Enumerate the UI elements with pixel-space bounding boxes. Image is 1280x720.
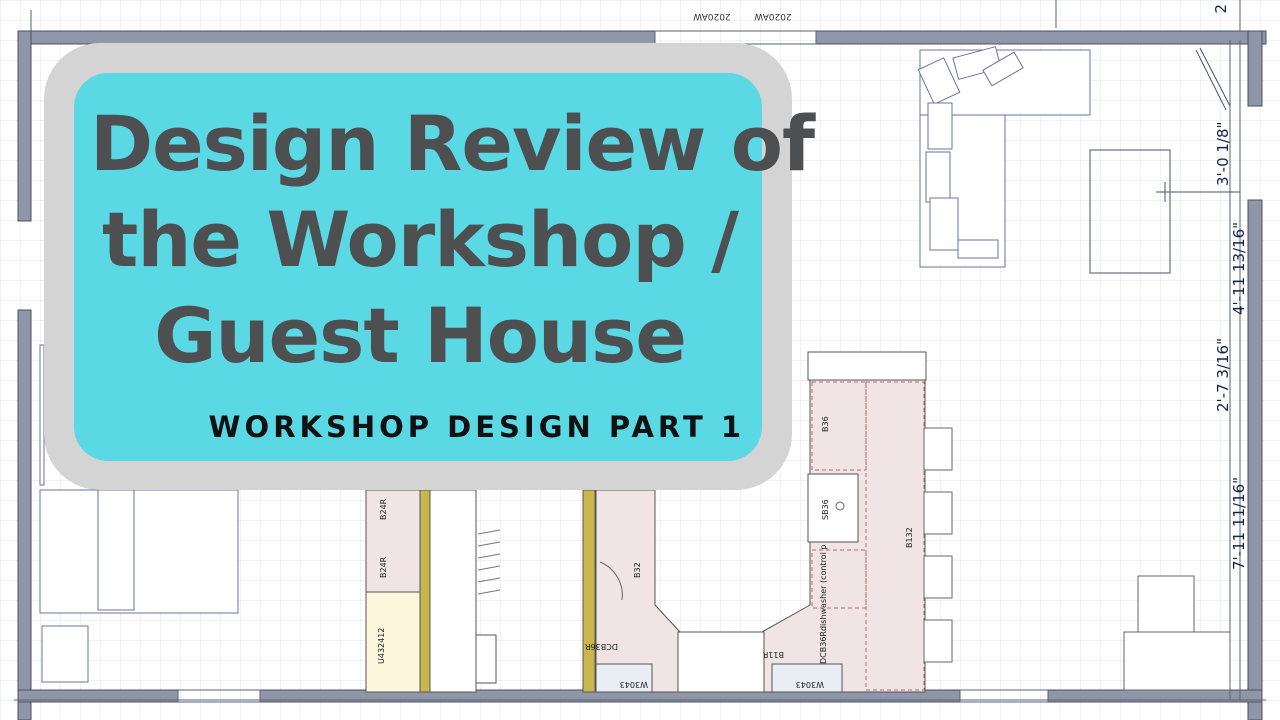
cabinet-label: W3043: [796, 680, 824, 689]
dimension-label: 4'-11 13/16": [1230, 222, 1248, 315]
cabinet-label: B24R: [379, 498, 388, 520]
window-label: 2020AW: [693, 11, 731, 21]
dimension-label: 2'-7 3/16": [1214, 338, 1232, 412]
cabinet-label: B24R: [379, 556, 388, 578]
cabinet-label: B11R: [762, 650, 784, 659]
window-label: 2020AW: [754, 11, 792, 21]
subtitle: WORKSHOP DESIGN PART 1: [208, 410, 745, 444]
edge-label: 2: [1212, 4, 1230, 14]
cabinet-label: B36: [821, 416, 830, 432]
title-line: Guest House: [154, 291, 687, 380]
title-line: Design Review of: [90, 99, 815, 188]
title-line: the Workshop /: [102, 195, 739, 284]
cabinet-label: SB36: [821, 499, 830, 520]
cabinet-label: W3043: [620, 680, 648, 689]
dimension-label: 7'-11 11/16": [1230, 477, 1248, 570]
main-title: Design Review of the Workshop / Guest Ho…: [90, 96, 815, 384]
cabinet-label: DCB36Rdishwasher (control p: [819, 545, 828, 664]
cabinet-label: DCB36R: [585, 642, 618, 651]
cabinet-label: B32: [633, 562, 642, 578]
cabinet-label: B132: [905, 527, 914, 548]
dimension-label: 3'-0 1/8": [1214, 122, 1232, 186]
cabinet-label: U432412: [377, 628, 386, 664]
